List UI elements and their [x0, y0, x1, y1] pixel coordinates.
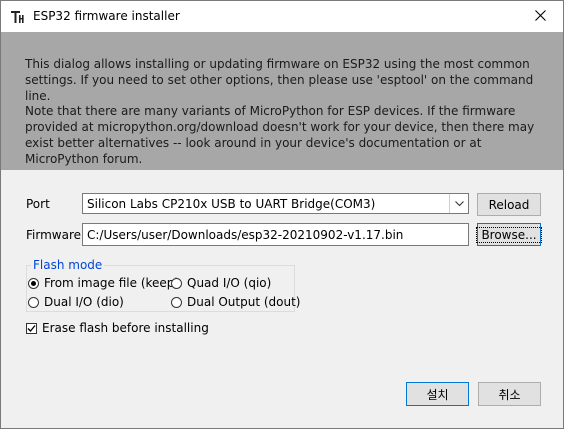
radio-keep-label: From image file (keep): [44, 276, 180, 290]
radio-qio-label: Quad I/O (qio): [187, 276, 272, 290]
port-label: Port: [26, 197, 50, 211]
firmware-path-value: C:/Users/user/Downloads/esp32-20210902-v…: [87, 228, 404, 242]
cancel-button-label: 취소: [498, 387, 521, 402]
browse-button[interactable]: Browse...: [476, 223, 542, 246]
radio-dio[interactable]: Dual I/O (dio): [28, 295, 124, 309]
firmware-path-input[interactable]: C:/Users/user/Downloads/esp32-20210902-v…: [82, 223, 469, 246]
install-button[interactable]: 설치: [406, 382, 469, 406]
radio-indicator: [171, 277, 182, 289]
checkmark-icon: [26, 322, 37, 334]
radio-indicator: [171, 296, 182, 308]
reload-button[interactable]: Reload: [477, 193, 541, 216]
cancel-button[interactable]: 취소: [478, 382, 541, 406]
info-paragraph-2: Note that there are many variants of Mic…: [25, 104, 535, 166]
firmware-label: Firmware: [26, 228, 81, 242]
erase-flash-label: Erase flash before installing: [42, 321, 209, 335]
radio-indicator: [28, 296, 39, 308]
radio-qio[interactable]: Quad I/O (qio): [171, 276, 271, 290]
port-select[interactable]: Silicon Labs CP210x USB to UART Bridge(C…: [82, 193, 469, 214]
info-paragraph-1: This dialog allows installing or updatin…: [25, 57, 534, 103]
radio-dout-label: Dual Output (dout): [187, 295, 301, 309]
close-icon: [534, 9, 546, 24]
port-selected-value: Silicon Labs CP210x USB to UART Bridge(C…: [87, 197, 376, 211]
radio-dout[interactable]: Dual Output (dout): [171, 295, 300, 309]
title-bar[interactable]: ESP32 firmware installer: [1, 1, 563, 32]
thonny-icon: [10, 9, 26, 25]
reload-button-label: Reload: [488, 197, 530, 212]
radio-indicator: [28, 277, 39, 289]
radio-keep[interactable]: From image file (keep): [28, 276, 179, 290]
installer-dialog: ESP32 firmware installer This dialog all…: [0, 0, 564, 429]
radio-dio-label: Dual I/O (dio): [44, 295, 124, 309]
erase-flash-checkbox[interactable]: Erase flash before installing: [26, 321, 209, 335]
install-button-label: 설치: [426, 387, 449, 402]
close-button[interactable]: [517, 1, 563, 32]
chevron-down-icon[interactable]: [449, 194, 468, 213]
flash-mode-title: Flash mode: [31, 258, 105, 272]
browse-button-label: Browse...: [476, 226, 542, 243]
window-title: ESP32 firmware installer: [33, 9, 180, 23]
info-banner: This dialog allows installing or updatin…: [1, 32, 563, 170]
